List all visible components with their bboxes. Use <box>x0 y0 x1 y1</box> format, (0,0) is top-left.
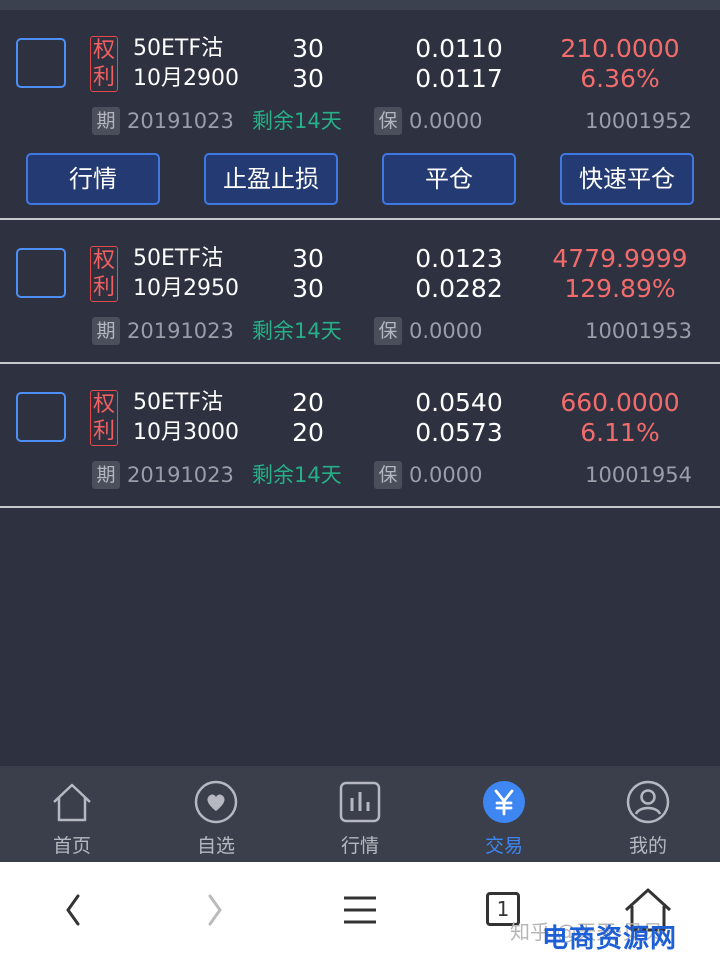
stop-profit-loss-button[interactable]: 止盈止损 <box>204 153 338 205</box>
margin-value: 0.0000 <box>409 109 483 133</box>
contract-strike: 10月3000 <box>133 420 239 445</box>
tab-label: 自选 <box>196 835 235 857</box>
position-card[interactable]: 权利 50ETF沽 10月2900 30 30 0.0110 0.0117 21… <box>0 10 720 220</box>
margin-badge: 保 <box>374 107 402 135</box>
contract-name: 50ETF沽 10月2950 <box>133 244 239 304</box>
select-checkbox[interactable] <box>16 392 66 442</box>
contract-underlying: 50ETF沽 <box>133 36 223 61</box>
quantity-available: 30 <box>292 64 324 93</box>
quantity: 20 20 <box>260 388 356 448</box>
expiry-badge: 期 <box>92 461 120 489</box>
contract-code: 10001953 <box>585 319 692 343</box>
contract-code: 10001954 <box>585 463 692 487</box>
quantity-available: 20 <box>292 418 324 447</box>
pnl-amount: 210.0000 <box>560 34 680 63</box>
contract-strike: 10月2900 <box>133 66 239 91</box>
tab-label: 首页 <box>52 835 91 857</box>
contract-underlying: 50ETF沽 <box>133 246 223 271</box>
quantity-held: 30 <box>292 34 324 63</box>
rights-tag: 权利 <box>90 390 118 446</box>
profit-loss: 4779.9999 129.89% <box>540 244 700 304</box>
expiry-date: 20191023 <box>127 463 234 487</box>
contract-details: 期 20191023 剩余14天 保 0.0000 10001953 <box>0 316 720 346</box>
tab-trade[interactable]: 交易 <box>432 766 576 862</box>
home-icon <box>53 783 91 822</box>
bar-chart-icon <box>339 781 381 823</box>
price: 0.0540 0.0573 <box>400 388 518 448</box>
margin-value: 0.0000 <box>409 319 483 343</box>
menu-icon[interactable] <box>330 884 390 936</box>
current-price: 0.0282 <box>415 274 503 303</box>
quantity-held: 20 <box>292 388 324 417</box>
bottom-tab-bar: 首页 自选 行情 交易 我的 <box>0 766 720 862</box>
tab-label: 交易 <box>484 835 523 857</box>
rights-tag: 权利 <box>90 246 118 302</box>
heart-icon <box>194 780 238 824</box>
price: 0.0110 0.0117 <box>400 34 518 94</box>
pnl-amount: 660.0000 <box>560 388 680 417</box>
quote-button[interactable]: 行情 <box>26 153 160 205</box>
profit-loss: 210.0000 6.36% <box>540 34 700 94</box>
forward-icon[interactable] <box>186 884 246 936</box>
position-card[interactable]: 权利 50ETF沽 10月2950 30 30 0.0123 0.0282 47… <box>0 220 720 364</box>
cost-price: 0.0540 <box>415 388 503 417</box>
tab-market[interactable]: 行情 <box>288 766 432 862</box>
select-checkbox[interactable] <box>16 38 66 88</box>
yuan-icon <box>483 781 525 823</box>
price: 0.0123 0.0282 <box>400 244 518 304</box>
cost-price: 0.0110 <box>415 34 503 63</box>
margin-badge: 保 <box>374 461 402 489</box>
pnl-percent: 129.89% <box>564 274 676 303</box>
quantity-held: 30 <box>292 244 324 273</box>
close-position-button[interactable]: 平仓 <box>382 153 516 205</box>
tab-profile[interactable]: 我的 <box>576 766 720 862</box>
margin-value: 0.0000 <box>409 463 483 487</box>
pnl-percent: 6.36% <box>580 64 660 93</box>
cost-price: 0.0123 <box>415 244 503 273</box>
expiry-badge: 期 <box>92 107 120 135</box>
current-price: 0.0573 <box>415 418 503 447</box>
tab-label: 行情 <box>340 835 379 857</box>
rights-tag: 权利 <box>90 36 118 92</box>
site-watermark: 电商资源网 <box>542 924 678 954</box>
contract-name: 50ETF沽 10月2900 <box>133 34 239 94</box>
position-list: 权利 50ETF沽 10月2900 30 30 0.0110 0.0117 21… <box>0 10 720 508</box>
margin-badge: 保 <box>374 317 402 345</box>
tab-home[interactable]: 首页 <box>0 766 144 862</box>
contract-underlying: 50ETF沽 <box>133 390 223 415</box>
position-card[interactable]: 权利 50ETF沽 10月3000 20 20 0.0540 0.0573 66… <box>0 364 720 508</box>
quantity: 30 30 <box>260 34 356 94</box>
tab-watchlist[interactable]: 自选 <box>144 766 288 862</box>
select-checkbox[interactable] <box>16 248 66 298</box>
profit-loss: 660.0000 6.11% <box>540 388 700 448</box>
contract-details: 期 20191023 剩余14天 保 0.0000 10001954 <box>0 460 720 490</box>
expiry-date: 20191023 <box>127 109 234 133</box>
tab-label: 我的 <box>628 835 667 857</box>
top-strip <box>0 0 720 10</box>
user-icon <box>626 780 670 824</box>
days-remaining: 剩余14天 <box>252 109 342 133</box>
empty-area <box>0 510 720 766</box>
days-remaining: 剩余14天 <box>252 463 342 487</box>
contract-strike: 10月2950 <box>133 276 239 301</box>
pnl-amount: 4779.9999 <box>552 244 688 273</box>
quick-close-button[interactable]: 快速平仓 <box>560 153 694 205</box>
expiry-badge: 期 <box>92 317 120 345</box>
quantity: 30 30 <box>260 244 356 304</box>
action-buttons: 行情 止盈止损 平仓 快速平仓 <box>0 153 720 205</box>
expiry-date: 20191023 <box>127 319 234 343</box>
quantity-available: 30 <box>292 274 324 303</box>
back-icon[interactable] <box>42 884 102 936</box>
current-price: 0.0117 <box>415 64 503 93</box>
contract-code: 10001952 <box>585 109 692 133</box>
contract-details: 期 20191023 剩余14天 保 0.0000 10001952 <box>0 106 720 136</box>
days-remaining: 剩余14天 <box>252 319 342 343</box>
pnl-percent: 6.11% <box>580 418 660 447</box>
contract-name: 50ETF沽 10月3000 <box>133 388 239 448</box>
